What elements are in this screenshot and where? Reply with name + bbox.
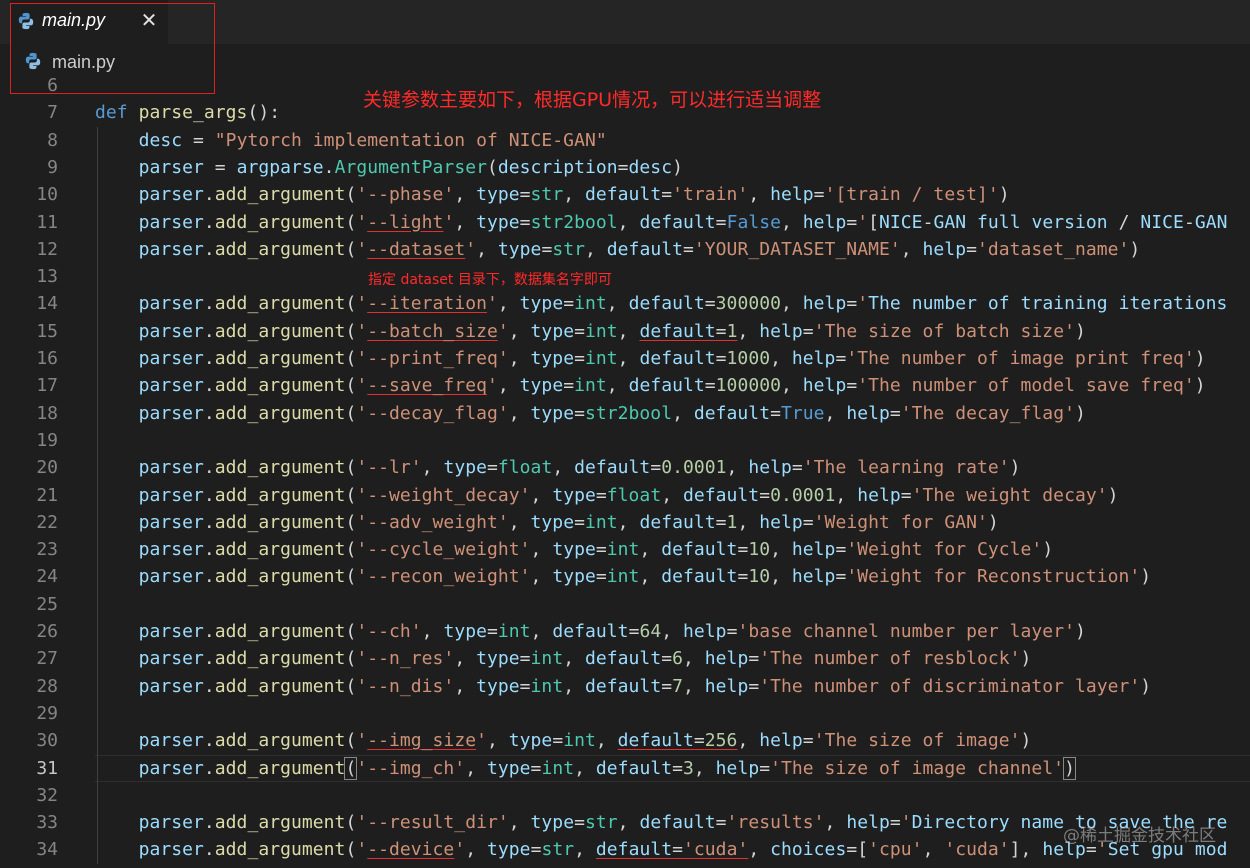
python-file-icon [18, 12, 34, 30]
code-line[interactable]: parser.add_argument('--print_freq', type… [95, 345, 1206, 372]
code-line[interactable]: parser.add_argument('--phase', type=str,… [95, 181, 1010, 208]
code-line[interactable]: parser.add_argument('--img_size', type=i… [95, 727, 1032, 754]
code-line[interactable]: parser.add_argument('--n_dis', type=int,… [95, 673, 1152, 700]
code-line[interactable]: parser.add_argument('--light', type=str2… [95, 209, 1228, 236]
code-line[interactable]: parser.add_argument('--batch_size', type… [95, 318, 1086, 345]
code-editor[interactable]: def parse_args(): desc = "Pytorch implem… [0, 70, 1250, 868]
code-line[interactable]: parser.add_argument('--save_freq', type=… [95, 372, 1206, 399]
python-file-icon [25, 52, 41, 70]
code-line[interactable]: parser.add_argument('--device', type=str… [95, 836, 1228, 863]
code-line[interactable]: parser.add_argument('--img_ch', type=int… [95, 755, 1076, 782]
annotation-dataset-note: 指定 dataset 目录下，数据集名字即可 [368, 272, 612, 288]
code-line[interactable]: parser.add_argument('--lr', type=float, … [95, 454, 1021, 481]
code-line[interactable]: parser.add_argument('--cycle_weight', ty… [95, 536, 1054, 563]
watermark: @稀土掘金技术社区 [1063, 826, 1216, 846]
code-line[interactable]: parser = argparse.ArgumentParser(descrip… [95, 154, 683, 181]
code-line[interactable]: parser.add_argument('--result_dir', type… [95, 809, 1228, 836]
code-line[interactable]: parser.add_argument('--iteration', type=… [95, 290, 1228, 317]
code-line[interactable]: parser.add_argument('--weight_decay', ty… [95, 482, 1119, 509]
tab-label: main.py [42, 10, 106, 30]
code-line[interactable]: parser.add_argument('--dataset', type=st… [95, 236, 1141, 263]
code-line[interactable]: parser.add_argument('--adv_weight', type… [95, 509, 999, 536]
code-line[interactable]: desc = "Pytorch implementation of NICE-G… [95, 127, 607, 154]
annotation-top: 关键参数主要如下，根据GPU情况，可以进行适当调整 [363, 89, 822, 111]
indent-guide [97, 126, 98, 864]
code-line[interactable]: parser.add_argument('--decay_flag', type… [95, 400, 1086, 427]
code-line[interactable]: parser.add_argument('--recon_weight', ty… [95, 563, 1152, 590]
code-line[interactable]: parser.add_argument('--ch', type=int, de… [95, 618, 1086, 645]
code-line[interactable]: parser.add_argument('--n_res', type=int,… [95, 645, 1032, 672]
tab-main-py[interactable]: main.py ✕ [10, 0, 168, 44]
tab-bar: main.py ✕ [0, 0, 1250, 44]
close-icon[interactable]: ✕ [138, 9, 160, 31]
code-line[interactable]: def parse_args(): [95, 99, 280, 126]
